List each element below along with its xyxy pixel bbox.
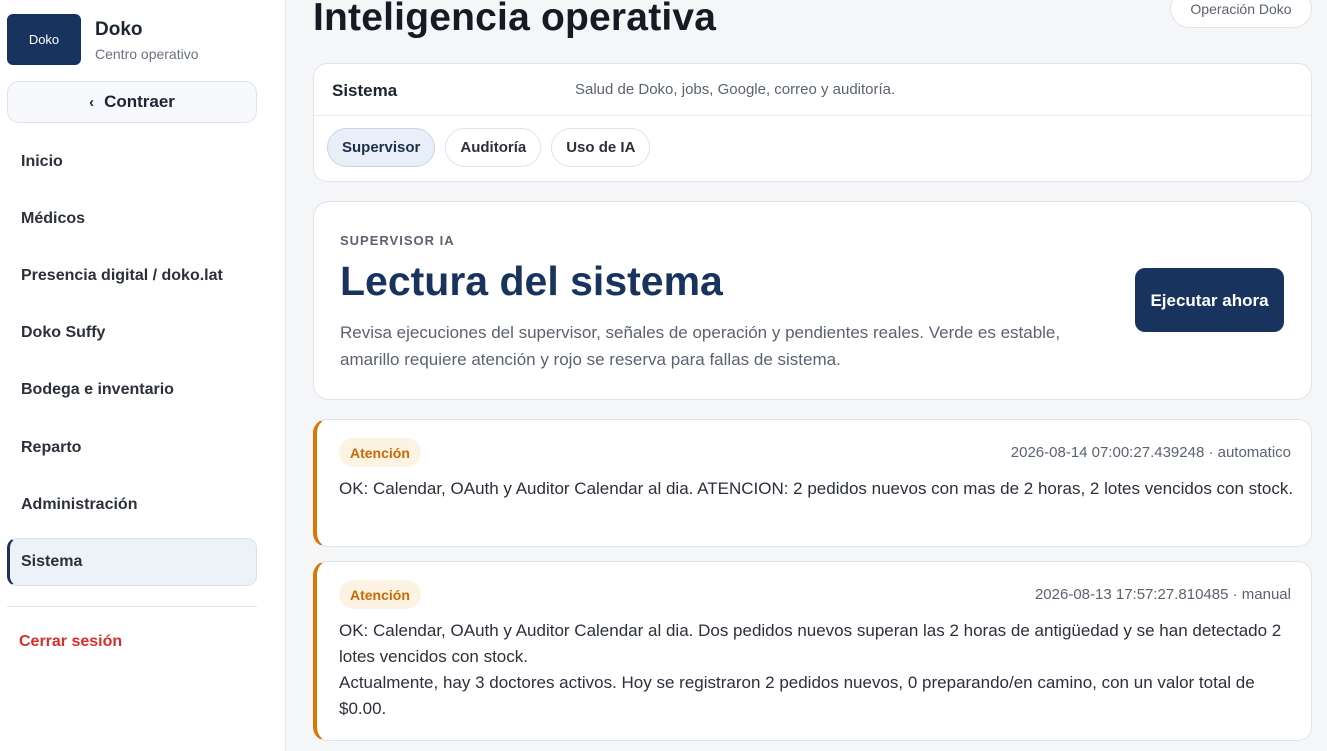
chevron-left-icon: ‹	[89, 93, 95, 111]
tab-uso-de-ia[interactable]: Uso de IA	[551, 128, 651, 167]
run-timestamp: 2026-08-13 17:57:27.810485 · manual	[1034, 586, 1291, 603]
sidebar-item-label: Administración	[21, 496, 138, 513]
sidebar-item-label: Reparto	[21, 439, 82, 456]
sidebar-item-medicos[interactable]: Médicos	[7, 195, 257, 243]
sidebar-item-bodega[interactable]: Bodega e inventario	[7, 366, 257, 414]
sidebar-item-reparto[interactable]: Reparto	[7, 424, 257, 472]
sidebar-item-sistema[interactable]: Sistema	[7, 538, 257, 586]
tab-supervisor[interactable]: Supervisor	[327, 128, 436, 167]
supervisor-run-card: Atención 2026-08-13 17:57:27.810485 · ma…	[313, 561, 1312, 741]
tab-label: Auditoría	[460, 139, 527, 156]
tab-label: Supervisor	[342, 139, 421, 156]
hero-description: Revisa ejecuciones del supervisor, señal…	[340, 323, 1061, 369]
collapse-sidebar-button[interactable]: ‹ Contraer	[7, 81, 257, 123]
context-badge[interactable]: Operación Doko	[1170, 0, 1312, 28]
run-summary-line: Actualmente, hay 3 doctores activos. Hoy…	[339, 673, 1255, 718]
run-summary-line: OK: Calendar, OAuth y Auditor Calendar a…	[339, 621, 1282, 666]
page-title: Inteligencia operativa	[313, 0, 717, 39]
brand-logo: Doko	[7, 14, 81, 65]
context-badge-label: Operación Doko	[1190, 1, 1292, 17]
run-now-button[interactable]: Ejecutar ahora	[1135, 268, 1284, 332]
system-panel-header: Sistema Salud de Doko, jobs, Google, cor…	[314, 64, 1311, 116]
run-summary: OK: Calendar, OAuth y Auditor Calendar a…	[339, 476, 1299, 502]
logout-link[interactable]: Cerrar sesión	[19, 633, 122, 651]
brand-name: Doko	[95, 19, 143, 40]
sidebar-item-label: Doko Suffy	[21, 324, 106, 341]
sidebar: Doko Doko Centro operativo ‹ Contraer In…	[0, 0, 286, 751]
system-panel: Sistema Salud de Doko, jobs, Google, cor…	[313, 63, 1312, 182]
run-now-label: Ejecutar ahora	[1150, 290, 1269, 310]
run-timestamp: 2026-08-14 07:00:27.439248 · automatico	[1010, 444, 1291, 461]
brand-subtitle: Centro operativo	[95, 46, 199, 62]
system-panel-description: Salud de Doko, jobs, Google, correo y au…	[575, 81, 896, 98]
hero-title: Lectura del sistema	[340, 258, 723, 304]
sidebar-item-label: Bodega e inventario	[21, 381, 174, 398]
tab-label: Uso de IA	[566, 139, 636, 156]
sidebar-item-doko-suffy[interactable]: Doko Suffy	[7, 309, 257, 357]
sidebar-divider	[7, 606, 257, 607]
system-panel-title: Sistema	[332, 81, 398, 100]
collapse-sidebar-label: Contraer	[104, 92, 175, 111]
sidebar-item-label: Presencia digital / doko.lat	[21, 267, 223, 284]
run-summary: OK: Calendar, OAuth y Auditor Calendar a…	[339, 618, 1299, 722]
brand-logo-text: Doko	[28, 32, 60, 47]
sidebar-item-inicio[interactable]: Inicio	[7, 138, 257, 186]
supervisor-hero-card: SUPERVISOR IA Lectura del sistema Revisa…	[313, 201, 1312, 400]
status-badge: Atención	[339, 438, 421, 467]
tab-auditoria[interactable]: Auditoría	[445, 128, 542, 167]
status-badge: Atención	[339, 580, 421, 609]
sidebar-item-label: Sistema	[21, 553, 83, 570]
sidebar-item-administracion[interactable]: Administración	[7, 481, 257, 529]
sidebar-item-label: Médicos	[21, 210, 86, 227]
hero-eyebrow: SUPERVISOR IA	[340, 233, 455, 248]
system-tabs: Supervisor Auditoría Uso de IA	[327, 128, 660, 167]
sidebar-item-presencia-digital[interactable]: Presencia digital / doko.lat	[7, 252, 257, 300]
supervisor-run-card: Atención 2026-08-14 07:00:27.439248 · au…	[313, 419, 1312, 547]
sidebar-item-label: Inicio	[21, 153, 63, 170]
run-summary-line: OK: Calendar, OAuth y Auditor Calendar a…	[339, 479, 1294, 498]
